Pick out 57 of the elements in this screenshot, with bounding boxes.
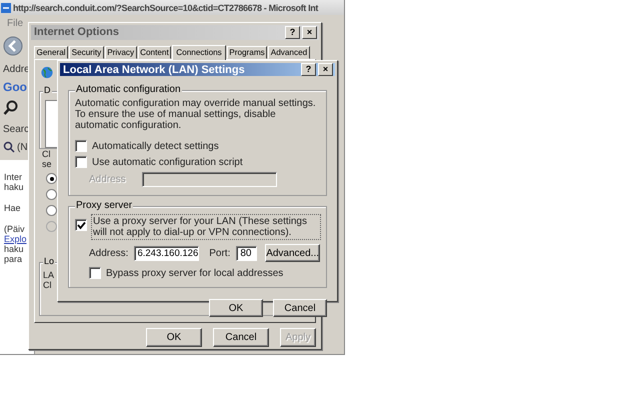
window-title: Internet Options	[34, 26, 119, 38]
group-label: Lo	[43, 256, 56, 266]
group-label: D	[43, 85, 52, 96]
label: se	[42, 159, 52, 170]
checkbox-label: Use automatic configuration script	[92, 156, 243, 168]
button[interactable]: Advanced...	[265, 244, 320, 262]
tab[interactable]: General	[34, 46, 68, 59]
search-icon	[3, 100, 19, 116]
button[interactable]: OK	[209, 299, 263, 317]
group-label: Automatic configuration	[75, 84, 182, 95]
help-button[interactable]: ?	[301, 63, 316, 76]
checkbox[interactable]	[75, 156, 87, 168]
radio-button[interactable]	[46, 205, 57, 216]
tab[interactable]: Connections	[172, 45, 226, 61]
globe-icon	[40, 66, 54, 80]
input-field[interactable]: 80	[236, 246, 258, 260]
description-text: Automatic configuration may override manual settings. To ensure the use of manual settings, disable automatic configuration.	[75, 98, 317, 131]
radio-button[interactable]	[46, 173, 57, 184]
logo: Goo	[3, 80, 27, 94]
checkmark-icon	[76, 220, 86, 230]
checkbox-label: Bypass proxy server for local addresses	[106, 268, 284, 278]
close-button[interactable]: ×	[318, 63, 333, 76]
window-title: Local Area Network (LAN) Settings	[63, 64, 245, 76]
window-title: http://search.conduit.com/?SearchSource=10&ctid=CT2786678 - Microsoft Int	[13, 2, 318, 12]
button[interactable]: Cancel	[273, 299, 327, 317]
group-label: Proxy server	[75, 200, 134, 211]
tab[interactable]: Content	[138, 46, 172, 59]
page-text: Inter	[4, 172, 24, 182]
checkbox[interactable]	[75, 219, 87, 231]
label: LA	[43, 270, 54, 280]
back-icon	[3, 36, 23, 56]
button[interactable]: OK	[146, 328, 202, 347]
link-label[interactable]: (N	[17, 142, 28, 152]
page-text: haku	[4, 244, 25, 254]
button[interactable]: Cancel	[213, 328, 269, 347]
page-text: para	[4, 254, 24, 264]
tab[interactable]: Searc	[3, 124, 30, 134]
checkbox[interactable]	[89, 267, 101, 279]
tab[interactable]: Security	[69, 46, 104, 59]
magnifier-icon	[3, 141, 15, 153]
checkbox[interactable]	[75, 140, 87, 152]
label: Cl	[42, 149, 50, 160]
page-text: Hae	[4, 203, 22, 213]
tab[interactable]: Programs	[226, 46, 268, 59]
tab[interactable]: Advanced	[268, 46, 310, 59]
checkbox-label: Use a proxy server for your LAN (These settings will not apply to dial-up or VPN connections).	[92, 215, 320, 239]
checkbox-label: Automatically detect settings	[92, 140, 219, 152]
input-field[interactable]: 6.243.160.126	[134, 246, 200, 260]
field-label: Address	[89, 174, 126, 185]
browser-icon	[1, 2, 11, 12]
field-label: Address:	[89, 248, 128, 258]
radio-button[interactable]	[46, 189, 57, 200]
page-text: (Päiv	[4, 224, 26, 234]
page-text: haku	[4, 182, 25, 192]
label: Cl	[43, 280, 52, 290]
tab[interactable]: Privacy	[104, 46, 137, 59]
field-label: Port:	[209, 248, 230, 258]
